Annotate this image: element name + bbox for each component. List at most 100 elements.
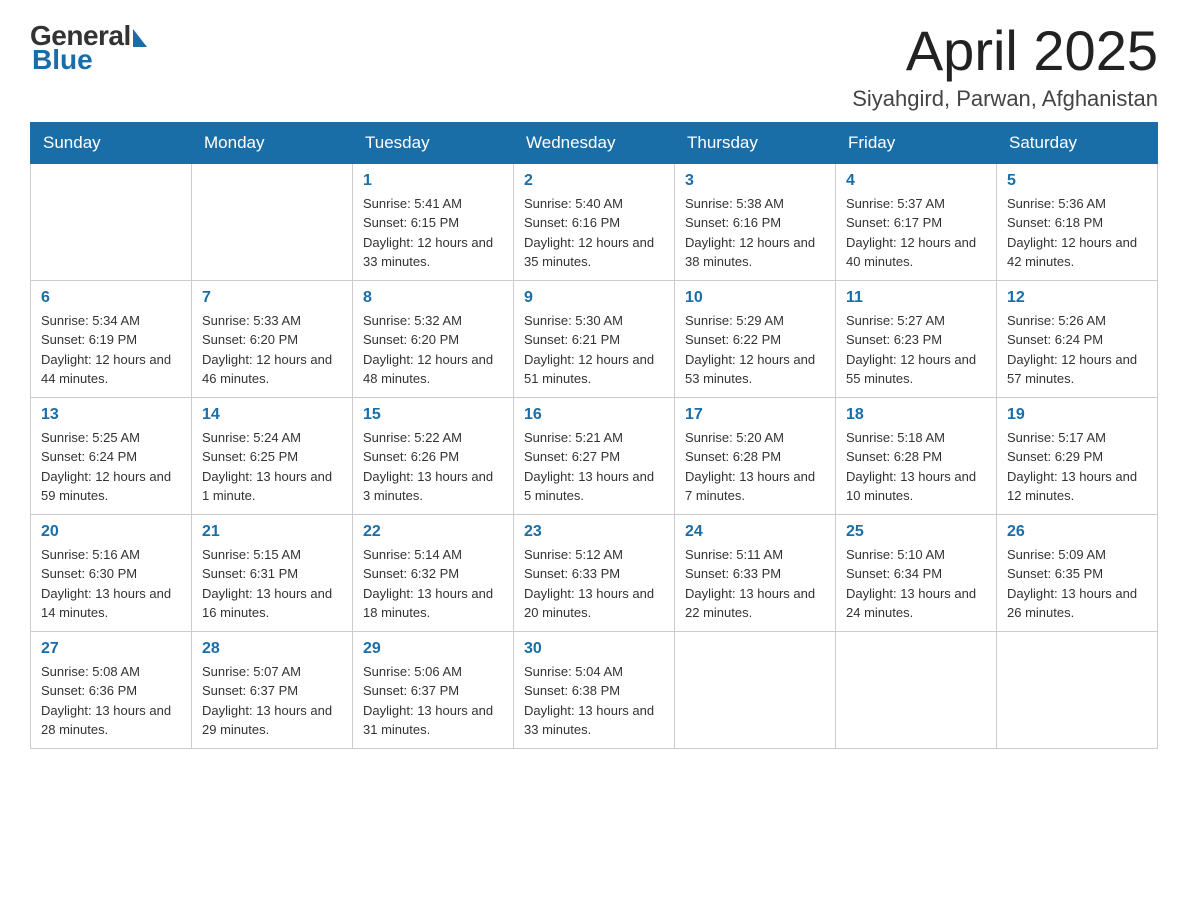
calendar-cell: 19 Sunrise: 5:17 AM Sunset: 6:29 PM Dayli… <box>997 397 1158 514</box>
calendar-cell <box>192 163 353 280</box>
day-info: Sunrise: 5:09 AM Sunset: 6:35 PM Dayligh… <box>1007 545 1147 623</box>
day-info: Sunrise: 5:38 AM Sunset: 6:16 PM Dayligh… <box>685 194 825 272</box>
day-number: 8 <box>363 289 503 307</box>
calendar-header-row: SundayMondayTuesdayWednesdayThursdayFrid… <box>31 122 1158 163</box>
calendar-week-row: 13 Sunrise: 5:25 AM Sunset: 6:24 PM Dayli… <box>31 397 1158 514</box>
day-info: Sunrise: 5:27 AM Sunset: 6:23 PM Dayligh… <box>846 311 986 389</box>
day-info: Sunrise: 5:25 AM Sunset: 6:24 PM Dayligh… <box>41 428 181 506</box>
calendar-cell: 8 Sunrise: 5:32 AM Sunset: 6:20 PM Daylig… <box>353 280 514 397</box>
day-number: 24 <box>685 523 825 541</box>
calendar-cell: 28Sunrise: 5:07 AM Sunset: 6:37 PM Dayli… <box>192 631 353 748</box>
day-number: 11 <box>846 289 986 307</box>
calendar-cell: 12 Sunrise: 5:26 AM Sunset: 6:24 PM Dayli… <box>997 280 1158 397</box>
day-number: 4 <box>846 172 986 190</box>
day-number: 17 <box>685 406 825 424</box>
day-number: 16 <box>524 406 664 424</box>
day-of-week-header: Wednesday <box>514 122 675 163</box>
calendar-cell <box>997 631 1158 748</box>
day-number: 1 <box>363 172 503 190</box>
day-number: 10 <box>685 289 825 307</box>
calendar-cell: 7 Sunrise: 5:33 AM Sunset: 6:20 PM Daylig… <box>192 280 353 397</box>
day-info: Sunrise: 5:41 AM Sunset: 6:15 PM Dayligh… <box>363 194 503 272</box>
day-number: 13 <box>41 406 181 424</box>
logo-arrow-icon <box>133 29 147 47</box>
calendar-cell: 25 Sunrise: 5:10 AM Sunset: 6:34 PM Dayli… <box>836 514 997 631</box>
calendar-cell: 14 Sunrise: 5:24 AM Sunset: 6:25 PM Dayli… <box>192 397 353 514</box>
day-info: Sunrise: 5:30 AM Sunset: 6:21 PM Dayligh… <box>524 311 664 389</box>
location-title: Siyahgird, Parwan, Afghanistan <box>852 86 1158 112</box>
calendar-cell: 4 Sunrise: 5:37 AM Sunset: 6:17 PM Daylig… <box>836 163 997 280</box>
calendar-cell: 29 Sunrise: 5:06 AM Sunset: 6:37 PM Dayli… <box>353 631 514 748</box>
calendar-cell: 26 Sunrise: 5:09 AM Sunset: 6:35 PM Dayli… <box>997 514 1158 631</box>
calendar-cell: 11 Sunrise: 5:27 AM Sunset: 6:23 PM Dayli… <box>836 280 997 397</box>
day-number: 15 <box>363 406 503 424</box>
day-number: 14 <box>202 406 342 424</box>
day-info: Sunrise: 5:17 AM Sunset: 6:29 PM Dayligh… <box>1007 428 1147 506</box>
day-number: 25 <box>846 523 986 541</box>
day-info: Sunrise: 5:04 AM Sunset: 6:38 PM Dayligh… <box>524 662 664 740</box>
day-number: 2 <box>524 172 664 190</box>
calendar-cell: 9 Sunrise: 5:30 AM Sunset: 6:21 PM Daylig… <box>514 280 675 397</box>
day-of-week-header: Sunday <box>31 122 192 163</box>
day-of-week-header: Friday <box>836 122 997 163</box>
calendar-cell <box>31 163 192 280</box>
day-info: Sunrise: 5:26 AM Sunset: 6:24 PM Dayligh… <box>1007 311 1147 389</box>
day-info: Sunrise: 5:24 AM Sunset: 6:25 PM Dayligh… <box>202 428 342 506</box>
day-info: Sunrise: 5:10 AM Sunset: 6:34 PM Dayligh… <box>846 545 986 623</box>
day-info: Sunrise: 5:06 AM Sunset: 6:37 PM Dayligh… <box>363 662 503 740</box>
day-number: 27 <box>41 640 181 658</box>
calendar-cell: 24 Sunrise: 5:11 AM Sunset: 6:33 PM Dayli… <box>675 514 836 631</box>
title-area: April 2025 Siyahgird, Parwan, Afghanista… <box>852 20 1158 112</box>
day-number: 26 <box>1007 523 1147 541</box>
calendar-cell: 30Sunrise: 5:04 AM Sunset: 6:38 PM Dayli… <box>514 631 675 748</box>
calendar-cell <box>675 631 836 748</box>
day-number: 9 <box>524 289 664 307</box>
day-info: Sunrise: 5:12 AM Sunset: 6:33 PM Dayligh… <box>524 545 664 623</box>
day-number: 12 <box>1007 289 1147 307</box>
day-info: Sunrise: 5:40 AM Sunset: 6:16 PM Dayligh… <box>524 194 664 272</box>
day-info: Sunrise: 5:08 AM Sunset: 6:36 PM Dayligh… <box>41 662 181 740</box>
day-info: Sunrise: 5:21 AM Sunset: 6:27 PM Dayligh… <box>524 428 664 506</box>
page-header: General Blue April 2025 Siyahgird, Parwa… <box>30 20 1158 112</box>
day-number: 21 <box>202 523 342 541</box>
day-info: Sunrise: 5:11 AM Sunset: 6:33 PM Dayligh… <box>685 545 825 623</box>
day-info: Sunrise: 5:16 AM Sunset: 6:30 PM Dayligh… <box>41 545 181 623</box>
calendar-cell: 20 Sunrise: 5:16 AM Sunset: 6:30 PM Dayli… <box>31 514 192 631</box>
day-info: Sunrise: 5:32 AM Sunset: 6:20 PM Dayligh… <box>363 311 503 389</box>
calendar-table: SundayMondayTuesdayWednesdayThursdayFrid… <box>30 122 1158 749</box>
day-info: Sunrise: 5:15 AM Sunset: 6:31 PM Dayligh… <box>202 545 342 623</box>
calendar-cell: 5Sunrise: 5:36 AM Sunset: 6:18 PM Daylig… <box>997 163 1158 280</box>
day-info: Sunrise: 5:37 AM Sunset: 6:17 PM Dayligh… <box>846 194 986 272</box>
day-number: 22 <box>363 523 503 541</box>
day-info: Sunrise: 5:18 AM Sunset: 6:28 PM Dayligh… <box>846 428 986 506</box>
day-number: 18 <box>846 406 986 424</box>
day-number: 7 <box>202 289 342 307</box>
day-of-week-header: Tuesday <box>353 122 514 163</box>
calendar-cell: 22 Sunrise: 5:14 AM Sunset: 6:32 PM Dayli… <box>353 514 514 631</box>
calendar-cell: 6 Sunrise: 5:34 AM Sunset: 6:19 PM Daylig… <box>31 280 192 397</box>
day-number: 5 <box>1007 172 1147 190</box>
calendar-cell: 2 Sunrise: 5:40 AM Sunset: 6:16 PM Daylig… <box>514 163 675 280</box>
calendar-week-row: 27 Sunrise: 5:08 AM Sunset: 6:36 PM Dayli… <box>31 631 1158 748</box>
calendar-cell: 23Sunrise: 5:12 AM Sunset: 6:33 PM Dayli… <box>514 514 675 631</box>
calendar-cell: 21 Sunrise: 5:15 AM Sunset: 6:31 PM Dayli… <box>192 514 353 631</box>
day-number: 28 <box>202 640 342 658</box>
day-info: Sunrise: 5:29 AM Sunset: 6:22 PM Dayligh… <box>685 311 825 389</box>
day-of-week-header: Saturday <box>997 122 1158 163</box>
calendar-cell: 17 Sunrise: 5:20 AM Sunset: 6:28 PM Dayli… <box>675 397 836 514</box>
calendar-cell: 10 Sunrise: 5:29 AM Sunset: 6:22 PM Dayli… <box>675 280 836 397</box>
day-number: 19 <box>1007 406 1147 424</box>
calendar-cell: 15Sunrise: 5:22 AM Sunset: 6:26 PM Dayli… <box>353 397 514 514</box>
day-info: Sunrise: 5:20 AM Sunset: 6:28 PM Dayligh… <box>685 428 825 506</box>
day-of-week-header: Monday <box>192 122 353 163</box>
day-number: 6 <box>41 289 181 307</box>
day-info: Sunrise: 5:34 AM Sunset: 6:19 PM Dayligh… <box>41 311 181 389</box>
day-info: Sunrise: 5:33 AM Sunset: 6:20 PM Dayligh… <box>202 311 342 389</box>
day-number: 20 <box>41 523 181 541</box>
day-number: 3 <box>685 172 825 190</box>
logo-blue-text: Blue <box>32 44 93 76</box>
calendar-week-row: 20 Sunrise: 5:16 AM Sunset: 6:30 PM Dayli… <box>31 514 1158 631</box>
day-info: Sunrise: 5:14 AM Sunset: 6:32 PM Dayligh… <box>363 545 503 623</box>
calendar-cell: 1 Sunrise: 5:41 AM Sunset: 6:15 PM Daylig… <box>353 163 514 280</box>
day-number: 29 <box>363 640 503 658</box>
